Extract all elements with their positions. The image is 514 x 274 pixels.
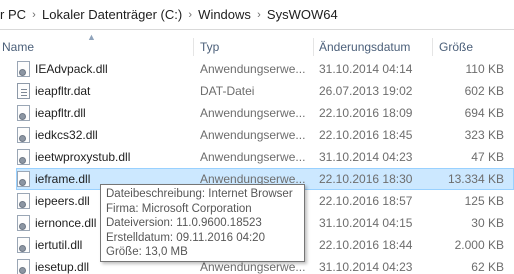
file-date: 22.10.2016 18:45 [319, 128, 413, 142]
breadcrumb: r PC › Lokaler Datenträger (C:) › Window… [0, 0, 514, 30]
file-name: iepeers.dll [35, 194, 90, 208]
breadcrumb-item-this-pc[interactable]: r PC [0, 7, 26, 22]
file-date: 22.10.2016 18:57 [319, 194, 413, 208]
column-divider[interactable] [432, 38, 433, 56]
file-name: ieapfltr.dat [35, 84, 91, 98]
column-header-date[interactable]: Änderungsdatum [319, 34, 410, 58]
file-date: 31.10.2014 04:23 [319, 260, 413, 274]
dll-gear-icon [17, 259, 30, 274]
file-size: 13.334 KB [447, 172, 504, 186]
sort-ascending-icon: ▲ [87, 32, 96, 42]
file-size: 47 KB [471, 150, 504, 164]
file-type: Anwendungserwe... [200, 62, 306, 76]
breadcrumb-item-local-disk[interactable]: Lokaler Datenträger (C:) [42, 7, 182, 22]
breadcrumb-item-syswow64[interactable]: SysWOW64 [267, 7, 338, 22]
file-size: 62 KB [471, 260, 504, 274]
tooltip-description: Dateibeschreibung: Internet Browser [106, 188, 293, 200]
file-size: 125 KB [464, 194, 504, 208]
file-type: Anwendungserwe... [200, 128, 306, 142]
file-name: iesetup.dll [35, 260, 90, 274]
tooltip-company: Firma: Microsoft Corporation [106, 202, 252, 215]
breadcrumb-item-windows[interactable]: Windows [198, 7, 251, 22]
column-header-size[interactable]: Größe [439, 34, 473, 58]
file-name: ieframe.dll [35, 172, 91, 186]
file-name: iedkcs32.dll [35, 128, 98, 142]
file-date: 26.07.2013 19:02 [319, 84, 413, 98]
file-size: 2.000 KB [454, 238, 504, 252]
file-name: ieapfltr.dll [35, 106, 86, 120]
file-name: ieetwproxystub.dll [35, 150, 131, 164]
file-date: 31.10.2014 04:15 [319, 216, 413, 230]
file-row[interactable]: ieetwproxystub.dll Anwendungserwe... 31.… [0, 146, 514, 168]
column-divider[interactable] [313, 38, 314, 56]
file-name: iernonce.dll [35, 216, 97, 230]
file-date: 22.10.2016 18:09 [319, 106, 413, 120]
chevron-right-icon[interactable]: › [26, 9, 42, 21]
column-divider[interactable] [193, 38, 194, 56]
file-date: 31.10.2014 04:14 [319, 62, 413, 76]
file-size: 694 KB [464, 106, 504, 120]
dll-gear-icon [17, 105, 30, 121]
column-header-row: ▲ Name Typ Änderungsdatum Größe [0, 32, 514, 58]
column-header-name[interactable]: Name [2, 34, 34, 58]
file-row[interactable]: IEAdvpack.dll Anwendungserwe... 31.10.20… [0, 58, 514, 80]
file-row[interactable]: ieapfltr.dll Anwendungserwe... 22.10.201… [0, 102, 514, 124]
tooltip-version: Dateiversion: 11.0.9600.18523 [106, 217, 262, 230]
dll-gear-icon [17, 193, 30, 209]
file-row[interactable]: iedkcs32.dll Anwendungserwe... 22.10.201… [0, 124, 514, 146]
dll-gear-icon [17, 171, 30, 187]
tooltip-created: Erstelldatum: 09.11.2016 04:20 [106, 231, 265, 244]
dll-gear-icon [17, 215, 30, 231]
file-date: 22.10.2016 18:30 [319, 172, 413, 186]
tooltip-size: Größe: 13,0 MB [106, 246, 188, 259]
file-size: 110 KB [465, 62, 504, 76]
dll-gear-icon [17, 149, 30, 165]
chevron-right-icon[interactable]: › [251, 9, 267, 21]
file-date: 22.10.2016 18:44 [319, 238, 413, 252]
file-size: 323 KB [464, 128, 504, 142]
file-type: Anwendungserwe... [200, 106, 306, 120]
dat-file-icon [17, 83, 30, 99]
chevron-right-icon[interactable]: › [182, 9, 198, 21]
file-size: 30 KB [471, 216, 504, 230]
file-type: Anwendungserwe... [200, 150, 306, 164]
file-name: IEAdvpack.dll [35, 62, 108, 76]
file-info-tooltip: Dateibeschreibung: Internet Browser Firm… [100, 184, 305, 262]
file-name: iertutil.dll [35, 238, 83, 252]
dll-gear-icon [17, 61, 30, 77]
file-size: 602 KB [464, 84, 504, 98]
file-type: DAT-Datei [200, 84, 255, 98]
column-header-type[interactable]: Typ [200, 34, 219, 58]
dll-gear-icon [17, 237, 30, 253]
file-row[interactable]: ieapfltr.dat DAT-Datei 26.07.2013 19:02 … [0, 80, 514, 102]
dll-gear-icon [17, 127, 30, 143]
file-date: 31.10.2014 04:23 [319, 150, 413, 164]
